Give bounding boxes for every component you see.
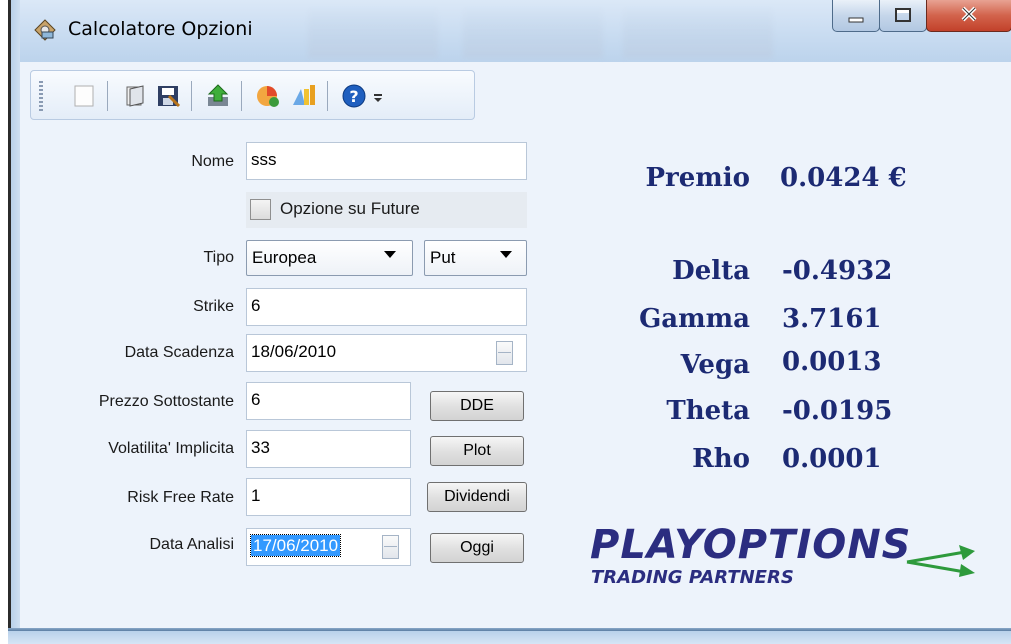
rho-label: Rho (692, 444, 750, 474)
dde-button[interactable]: DDE (430, 391, 524, 421)
minimize-icon (848, 17, 864, 23)
window-controls (832, 0, 1011, 34)
new-document-icon[interactable] (71, 83, 97, 109)
minimize-button[interactable] (832, 0, 880, 32)
window-border-bottom (8, 628, 1011, 644)
toolbar-separator (241, 81, 242, 111)
future-checkbox[interactable] (250, 199, 271, 220)
theta-label: Theta (666, 396, 750, 426)
analisi-spinner[interactable] (382, 535, 399, 559)
window-title: Calcolatore Opzioni (68, 18, 253, 40)
maximize-icon (895, 8, 911, 22)
background-blur (623, 6, 773, 58)
toolbar-separator (191, 81, 192, 111)
delta-value: -0.4932 (782, 256, 893, 286)
toolbar-grip[interactable] (39, 81, 43, 111)
tipo-kind-value: Put (430, 248, 456, 267)
background-blur (308, 6, 438, 58)
premio-value: 0.0424 € (780, 163, 907, 193)
tipo-style-value: Europea (252, 248, 317, 267)
scadenza-label: Data Scadenza (124, 344, 234, 361)
help-icon[interactable]: ? (341, 83, 367, 109)
tipo-style-select[interactable]: Europea (246, 240, 413, 276)
chevron-down-icon (384, 251, 396, 258)
nome-input[interactable]: sss (246, 142, 527, 180)
open-icon[interactable] (121, 83, 147, 109)
theta-value: -0.0195 (782, 396, 893, 426)
analisi-label: Data Analisi (149, 536, 235, 553)
strike-input[interactable]: 6 (246, 288, 527, 326)
background-blur (463, 6, 603, 58)
svg-text:?: ? (349, 87, 358, 106)
strike-label: Strike (193, 298, 234, 315)
save-icon[interactable] (155, 83, 181, 109)
prezzo-label: Prezzo Sottostante (98, 393, 234, 410)
logo-text: PLAYOPTIONS (590, 522, 912, 568)
close-button[interactable] (926, 0, 1011, 32)
toolbar-separator (327, 81, 328, 111)
scadenza-input[interactable]: 18/06/2010 (246, 334, 527, 372)
plot-button[interactable]: Plot (430, 436, 524, 466)
risk-free-label: Risk Free Rate (127, 489, 234, 506)
logo-arrows-icon (905, 540, 985, 580)
tipo-kind-select[interactable]: Put (424, 240, 527, 276)
close-icon (961, 6, 977, 22)
vega-label: Vega (680, 350, 750, 380)
toolbar: ? (30, 70, 475, 120)
analisi-value: 17/06/2010 (249, 534, 342, 557)
future-label[interactable]: Opzione su Future (280, 199, 420, 219)
prezzo-input[interactable]: 6 (246, 382, 411, 420)
risk-free-input[interactable]: 1 (246, 478, 411, 516)
delta-label: Delta (672, 256, 750, 286)
gamma-value: 3.7161 (782, 304, 882, 334)
rho-value: 0.0001 (782, 444, 882, 474)
gamma-label: Gamma (639, 304, 750, 334)
premio-label: Premio (645, 163, 750, 193)
vega-value: 0.0013 (782, 347, 882, 377)
logo-subtitle: TRADING PARTNERS (591, 567, 794, 588)
volatilita-label: Volatilita' Implicita (108, 440, 234, 457)
oggi-button[interactable]: Oggi (430, 533, 524, 563)
dividendi-button[interactable]: Dividendi (427, 482, 527, 512)
settings-icon[interactable] (291, 83, 317, 109)
volatilita-input[interactable]: 33 (246, 430, 411, 468)
overflow-icon[interactable] (371, 89, 385, 115)
export-icon[interactable] (205, 83, 231, 109)
scadenza-value: 18/06/2010 (251, 342, 337, 361)
maximize-button[interactable] (879, 0, 927, 32)
nome-label: Nome (191, 153, 234, 170)
toolbar-separator (107, 81, 108, 111)
window-border-left (8, 0, 20, 644)
chart-icon[interactable] (255, 83, 281, 109)
scadenza-spinner[interactable] (496, 341, 513, 365)
app-icon (33, 18, 57, 42)
tipo-label: Tipo (203, 249, 234, 266)
chevron-down-icon (500, 251, 512, 258)
